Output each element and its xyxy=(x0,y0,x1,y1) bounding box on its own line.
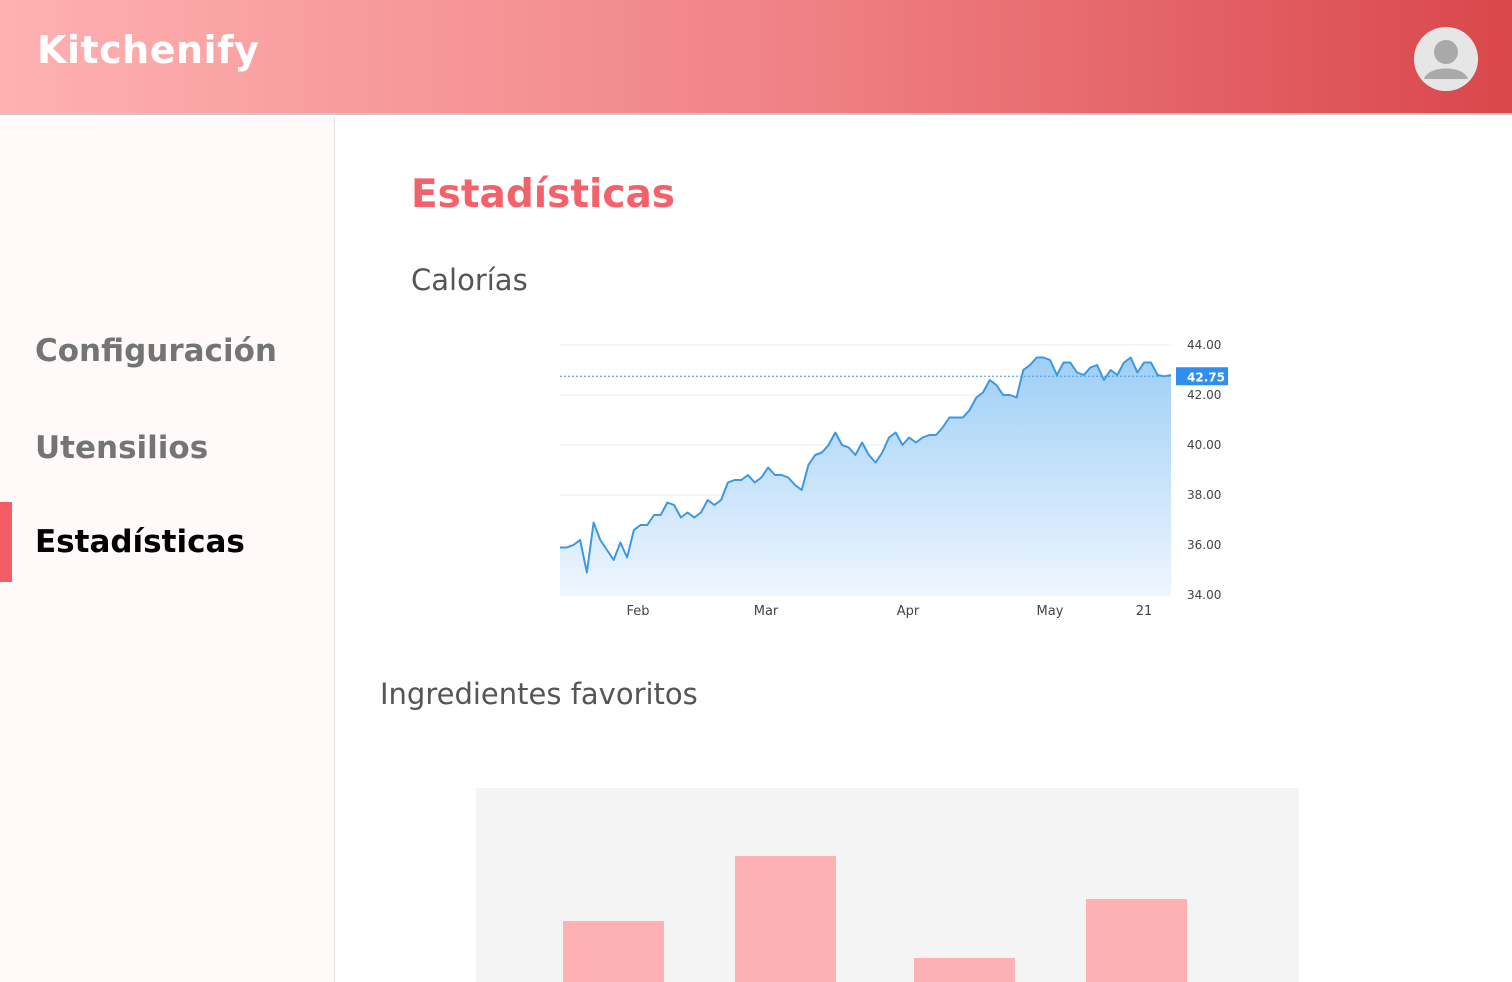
ingredient-bar xyxy=(914,958,1015,982)
sidebar-item-configuracion[interactable]: Configuración xyxy=(0,311,334,391)
x-tick-label: Mar xyxy=(754,604,779,619)
sidebar-item-utensilios[interactable]: Utensilios xyxy=(0,408,334,488)
ingredient-bar xyxy=(1086,899,1187,982)
ingredients-bar-chart xyxy=(476,788,1299,982)
sidebar: Configuración Utensilios Estadísticas xyxy=(0,117,335,982)
sidebar-item-estadisticas[interactable]: Estadísticas xyxy=(0,502,334,582)
calories-area-fill xyxy=(560,357,1171,595)
active-indicator xyxy=(0,502,12,582)
sidebar-item-label: Utensilios xyxy=(35,430,209,466)
ingredient-bar xyxy=(563,921,664,982)
x-tick-label: Apr xyxy=(897,604,920,619)
calories-line-chart: 44.00 42.00 40.00 38.00 36.00 34.00 42.75 Feb Ma… xyxy=(560,338,1228,619)
ingredients-section-title: Ingredientes favoritos xyxy=(380,677,698,711)
user-avatar-icon[interactable] xyxy=(1414,27,1478,91)
x-tick-label: Feb xyxy=(626,604,649,619)
y-tick-label: 42.00 xyxy=(1187,388,1221,402)
sidebar-item-label: Estadísticas xyxy=(35,524,245,560)
x-tick-label: 21 xyxy=(1136,604,1153,619)
y-tick-label: 34.00 xyxy=(1187,588,1221,602)
sidebar-item-label: Configuración xyxy=(35,333,277,369)
y-tick-label: 38.00 xyxy=(1187,488,1221,502)
y-tick-label: 36.00 xyxy=(1187,538,1221,552)
y-tick-label: 44.00 xyxy=(1187,338,1221,352)
current-value-label: 42.75 xyxy=(1187,370,1225,384)
x-tick-label: May xyxy=(1037,604,1064,619)
page-title: Estadísticas xyxy=(411,172,675,217)
brand-logo[interactable]: Kitchenify xyxy=(37,28,259,72)
ingredient-bar xyxy=(735,856,836,982)
app-header: Kitchenify xyxy=(0,0,1512,115)
calories-section-title: Calorías xyxy=(411,263,528,297)
y-tick-label: 40.00 xyxy=(1187,438,1221,452)
avatar-silhouette-icon xyxy=(1414,27,1478,91)
